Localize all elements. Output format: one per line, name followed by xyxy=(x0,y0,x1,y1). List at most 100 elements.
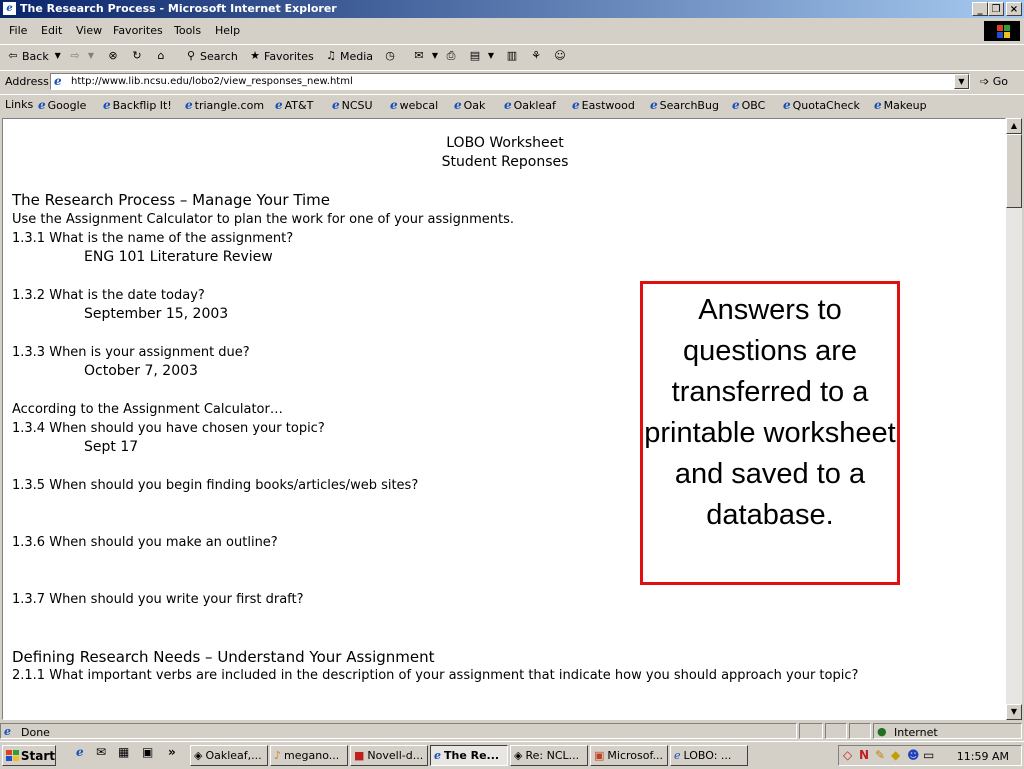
messenger-button[interactable]: ☺ xyxy=(553,49,567,63)
scroll-down-button[interactable]: ▼ xyxy=(1006,704,1022,720)
ie-page-icon: e xyxy=(454,98,462,112)
stop-button[interactable]: ⊗ xyxy=(106,49,120,63)
page-content: LOBO Worksheet Student Reponses The Rese… xyxy=(2,118,1006,720)
question-1-3-7: 1.3.7 When should you write your first d… xyxy=(12,592,304,607)
answer-1-3-4: Sept 17 xyxy=(84,439,139,455)
task-button[interactable]: ▣ Microsof... xyxy=(590,745,668,766)
ie-page-icon: e xyxy=(332,98,340,112)
links-bar: Links e Google e Backflip It! e triangle.co… xyxy=(0,94,1024,115)
search-button[interactable]: ⚲ Search xyxy=(184,49,238,63)
task-button[interactable]: ◈ Oakleaf,... xyxy=(190,745,268,766)
app-icon: ◈ xyxy=(194,749,203,762)
task-button[interactable]: e LOBO: ... xyxy=(670,745,748,766)
link-label: NCSU xyxy=(341,98,373,112)
link-triangle[interactable]: e triangle.com xyxy=(185,98,264,112)
link-att[interactable]: e AT&T xyxy=(275,98,313,112)
menu-edit[interactable]: Edit xyxy=(41,24,62,37)
window-controls: _ ❐ × xyxy=(972,2,1022,16)
refresh-button[interactable]: ↻ xyxy=(130,49,144,63)
menu-bar: File Edit View Favorites Tools Help xyxy=(0,20,1024,42)
address-url[interactable]: http://www.lib.ncsu.edu/lobo2/view_respo… xyxy=(71,76,353,87)
link-oakleaf[interactable]: e Oakleaf xyxy=(504,98,556,112)
search-icon: ⚲ xyxy=(186,49,196,62)
window-title: The Research Process - Microsoft Interne… xyxy=(20,2,337,15)
menu-view[interactable]: View xyxy=(76,24,102,37)
forward-button[interactable]: ⇨ ▼ xyxy=(68,49,98,63)
messenger-icon: ☺ xyxy=(554,49,566,62)
go-button[interactable]: ➩ Go xyxy=(980,75,1008,88)
stop-icon: ⊗ xyxy=(108,49,118,62)
edit-button[interactable]: ▤ ▼ xyxy=(468,49,498,63)
media-label: Media xyxy=(340,49,374,63)
link-eastwood[interactable]: e Eastwood xyxy=(572,98,635,112)
link-quotacheck[interactable]: e QuotaCheck xyxy=(783,98,860,112)
ie-page-icon: e xyxy=(874,98,882,112)
task-button[interactable]: ◈ Re: NCL... xyxy=(510,745,588,766)
menu-help[interactable]: Help xyxy=(215,24,240,37)
quicklaunch-more-icon[interactable]: » xyxy=(168,745,176,759)
favorites-button[interactable]: ★ Favorites xyxy=(248,49,314,63)
link-google[interactable]: e Google xyxy=(38,98,86,112)
status-pane-empty xyxy=(825,723,847,739)
system-tray: ◇ N ✎ ◆ ☻ ▭ 11:59 AM xyxy=(838,745,1022,766)
tray-novell-icon[interactable]: N xyxy=(859,748,869,762)
question-1-3-2: 1.3.2 What is the date today? xyxy=(12,288,205,303)
dropdown-arrow-icon[interactable]: ▼ xyxy=(51,49,65,63)
link-oak[interactable]: e Oak xyxy=(454,98,485,112)
close-button[interactable]: × xyxy=(1006,2,1022,16)
link-obc[interactable]: e OBC xyxy=(732,98,765,112)
address-dropdown-button[interactable]: ▼ xyxy=(954,74,969,89)
link-makeup[interactable]: e Makeup xyxy=(874,98,927,112)
discuss-button[interactable]: ▥ xyxy=(505,49,519,63)
address-input[interactable]: e http://www.lib.ncsu.edu/lobo2/view_res… xyxy=(50,73,970,90)
tray-user-icon[interactable]: ☻ xyxy=(907,748,920,762)
back-button[interactable]: ⇦ Back ▼ xyxy=(6,49,65,63)
link-webcal[interactable]: e webcal xyxy=(390,98,438,112)
tray-pen-icon[interactable]: ✎ xyxy=(875,748,885,762)
question-1-3-4: 1.3.4 When should you have chosen your t… xyxy=(12,421,325,436)
restore-button[interactable]: ❐ xyxy=(988,2,1004,16)
tray-diamond-icon[interactable]: ◆ xyxy=(891,748,900,762)
task-label: Microsof... xyxy=(607,749,664,762)
start-button[interactable]: Start xyxy=(2,745,56,766)
link-label: Oak xyxy=(463,98,486,112)
menu-tools[interactable]: Tools xyxy=(174,24,201,37)
media-button[interactable]: ♫ Media xyxy=(324,49,373,63)
link-backflip[interactable]: e Backflip It! xyxy=(103,98,172,112)
tray-network-icon[interactable]: ▭ xyxy=(923,748,934,762)
quicklaunch-ie-icon[interactable]: e xyxy=(76,745,84,759)
dropdown-arrow-icon: ▼ xyxy=(487,51,495,60)
link-searchbug[interactable]: e SearchBug xyxy=(650,98,719,112)
vertical-scrollbar[interactable]: ▲ ▼ xyxy=(1006,118,1022,720)
print-button[interactable]: ⎙ xyxy=(444,49,458,63)
quicklaunch-app-icon[interactable]: ▦ xyxy=(118,745,129,759)
task-label: megano... xyxy=(284,749,340,762)
mail-button[interactable]: ✉ ▼ xyxy=(412,49,442,63)
link-ncsu[interactable]: e NCSU xyxy=(332,98,373,112)
question-2-1-1: 2.1.1 What important verbs are included … xyxy=(12,668,859,683)
scroll-up-button[interactable]: ▲ xyxy=(1006,118,1022,134)
research-button[interactable]: ⚘ xyxy=(529,49,543,63)
title-bar: e The Research Process - Microsoft Inter… xyxy=(0,0,1024,18)
mail-icon: ✉ xyxy=(414,49,424,62)
link-label: Backflip It! xyxy=(112,98,172,112)
quicklaunch-outlook-icon[interactable]: ✉ xyxy=(96,745,106,759)
quicklaunch-desktop-icon[interactable]: ▣ xyxy=(142,745,153,759)
task-button-active[interactable]: e The Re... xyxy=(430,745,508,766)
task-button[interactable]: ♪ megano... xyxy=(270,745,348,766)
status-text: Done xyxy=(21,726,50,739)
menu-file[interactable]: File xyxy=(9,24,27,37)
menu-favorites[interactable]: Favorites xyxy=(113,24,163,37)
task-label: Re: NCL... xyxy=(525,749,580,762)
history-button[interactable]: ◷ xyxy=(383,49,397,63)
minimize-button[interactable]: _ xyxy=(972,2,988,16)
question-1-3-3: 1.3.3 When is your assignment due? xyxy=(12,345,250,360)
link-label: Makeup xyxy=(883,98,927,112)
taskbar: Start e ✉ ▦ ▣ » ◈ Oakleaf,... ♪ megano... … xyxy=(0,741,1024,769)
home-button[interactable]: ⌂ xyxy=(154,49,168,63)
ie-page-icon: e xyxy=(275,98,283,112)
ie-page-icon: e xyxy=(650,98,658,112)
scroll-thumb[interactable] xyxy=(1006,134,1022,208)
tray-shield-icon[interactable]: ◇ xyxy=(843,748,852,762)
task-button[interactable]: ■ Novell-d... xyxy=(350,745,428,766)
